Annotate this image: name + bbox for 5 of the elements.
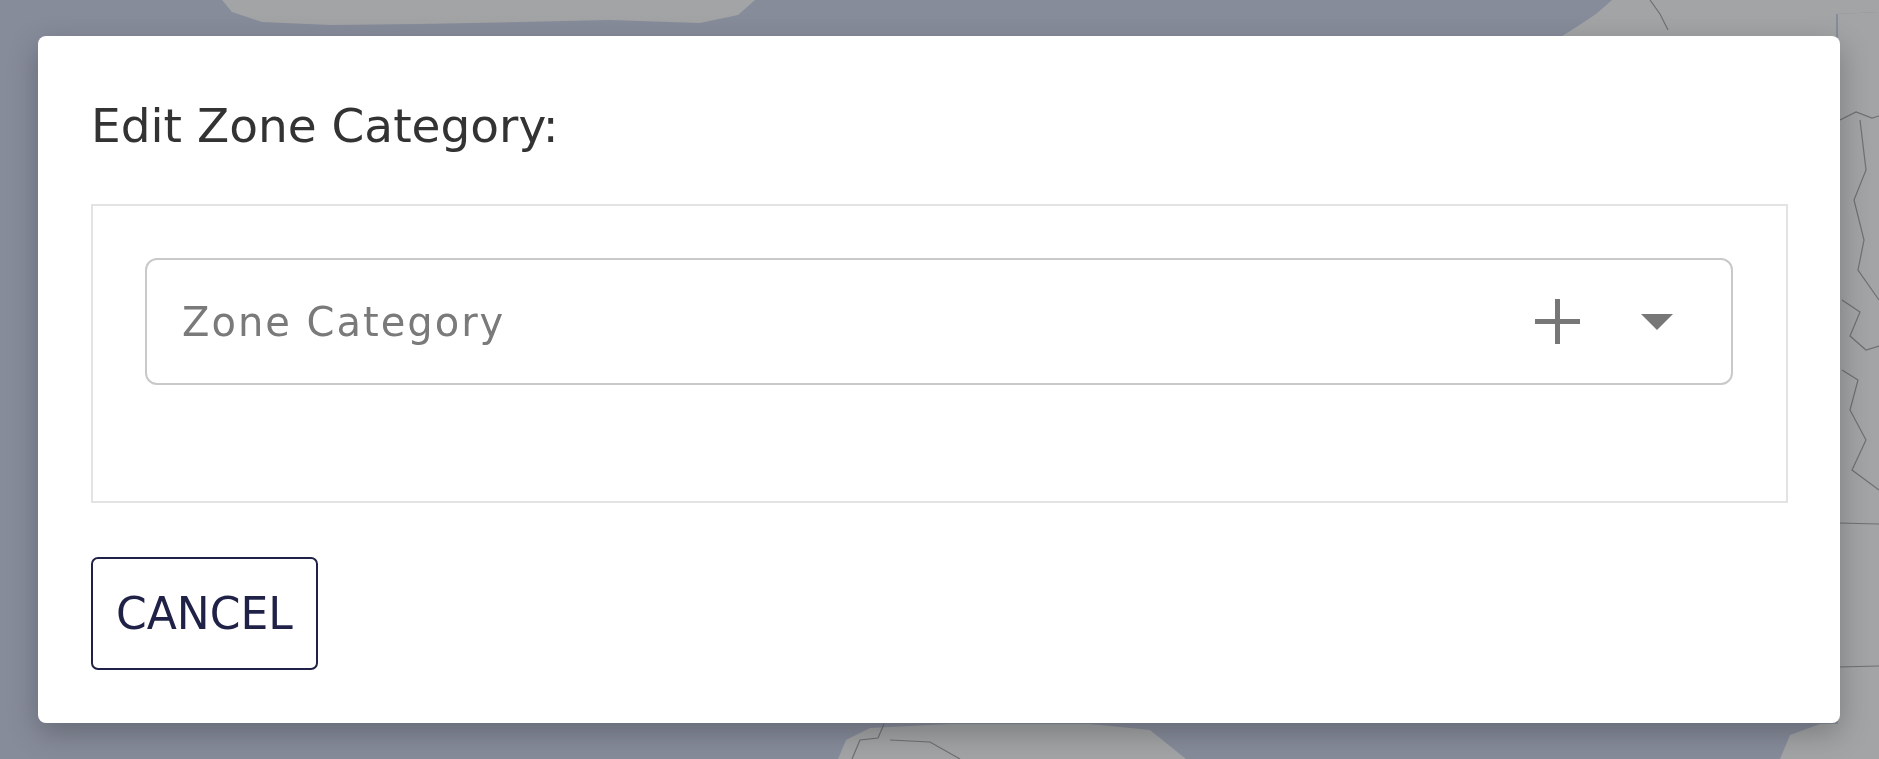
cancel-button[interactable]: CANCEL [91,557,318,670]
plus-icon[interactable] [1535,299,1580,344]
zone-category-select[interactable]: Zone Category [145,258,1733,385]
caret-icon[interactable] [1641,313,1673,330]
dialog-title: Edit Zone Category: [91,98,559,154]
